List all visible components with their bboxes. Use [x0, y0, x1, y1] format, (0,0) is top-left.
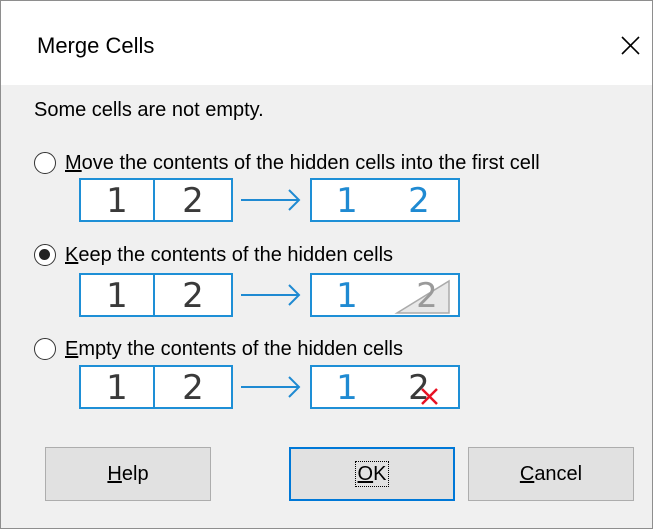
option-move-contents[interactable]: Move the contents of the hidden cells in… — [34, 149, 540, 177]
merged-cell-digit-1: 1 — [336, 368, 358, 408]
merged-cell-digit-1: 1 — [336, 276, 358, 316]
source-cell-1-digit: 1 — [106, 181, 128, 221]
option-keep-contents[interactable]: Keep the contents of the hidden cells — [34, 241, 393, 269]
option-empty-contents-label: Empty the contents of the hidden cells — [65, 338, 403, 360]
source-cell-2-digit: 2 — [182, 368, 204, 408]
radio-empty-contents[interactable] — [34, 338, 56, 360]
move-contents-illustration: 1 2 1 2 — [79, 178, 460, 222]
radio-move-contents[interactable] — [34, 152, 56, 174]
close-icon — [621, 36, 640, 55]
source-cell-2-digit: 2 — [182, 276, 204, 316]
radio-keep-contents[interactable] — [34, 244, 56, 266]
option-keep-contents-label: Keep the contents of the hidden cells — [65, 244, 394, 266]
option-move-contents-label: Move the contents of the hidden cells in… — [65, 152, 540, 174]
help-button[interactable]: Help — [45, 447, 211, 501]
keep-contents-illustration: 1 2 1 2 — [79, 273, 460, 317]
merged-cell-digit-2: 2 — [408, 181, 430, 221]
cancel-button-label: Cancel — [519, 462, 583, 485]
info-message: Some cells are not empty. — [34, 99, 264, 121]
source-cell-1-digit: 1 — [106, 276, 128, 316]
help-button-label: Help — [107, 462, 149, 485]
title-bar: Merge Cells — [1, 1, 652, 85]
ok-button-label: OK — [354, 461, 390, 487]
merged-cell-digit-1: 1 — [336, 181, 358, 221]
deleted-digit: 2 — [408, 368, 430, 408]
dialog-title: Merge Cells — [37, 33, 155, 58]
source-cell-1-digit: 1 — [106, 368, 128, 408]
empty-contents-illustration: 1 2 1 2 — [79, 365, 460, 409]
cancel-button[interactable]: Cancel — [468, 447, 634, 501]
hidden-digit: 2 — [416, 276, 438, 316]
close-button[interactable] — [611, 25, 651, 65]
merge-cells-dialog: Merge Cells Some cells are not empty. Mo… — [0, 0, 653, 529]
ok-button[interactable]: OK — [289, 447, 455, 501]
source-cell-2-digit: 2 — [182, 181, 204, 221]
option-empty-contents[interactable]: Empty the contents of the hidden cells — [34, 335, 403, 363]
